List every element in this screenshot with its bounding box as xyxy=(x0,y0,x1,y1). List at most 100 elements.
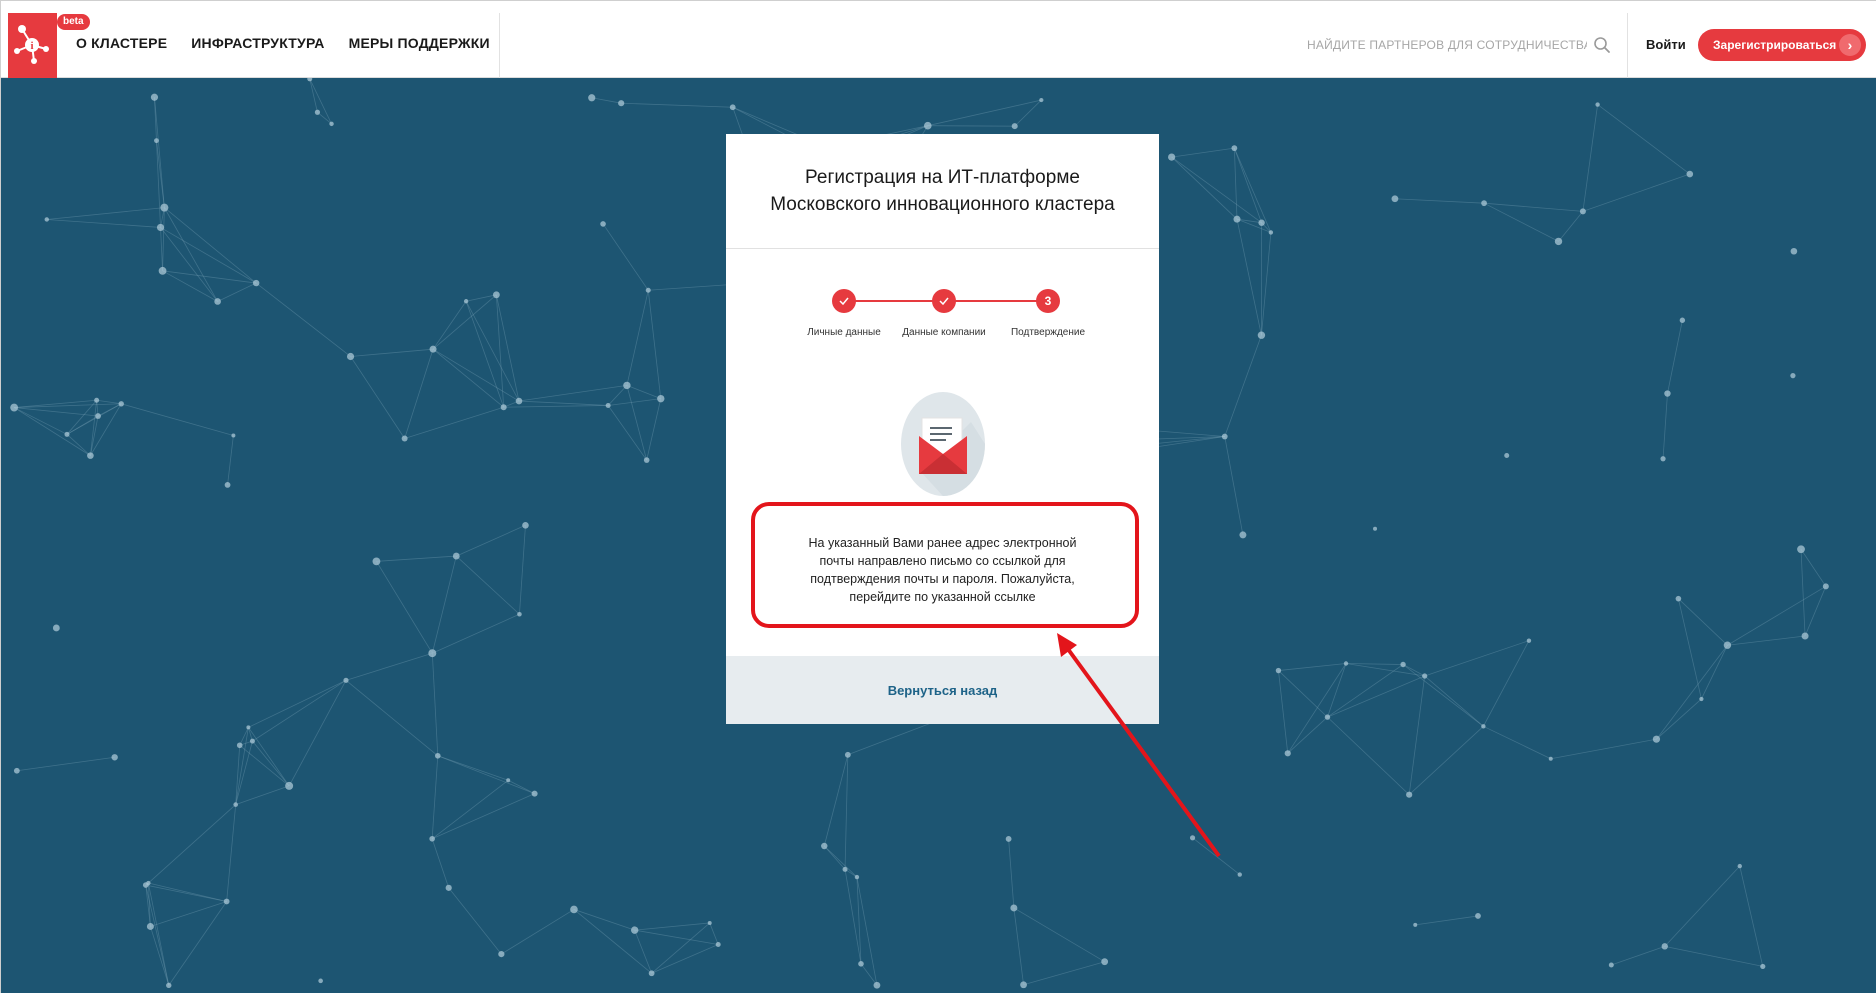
network-line xyxy=(431,838,450,888)
network-line xyxy=(376,555,457,562)
network-line xyxy=(634,922,710,931)
network-line xyxy=(519,525,526,615)
network-node xyxy=(445,884,452,891)
network-node xyxy=(873,981,881,989)
network-node xyxy=(645,287,651,293)
network-node xyxy=(1258,219,1265,226)
search-icon[interactable] xyxy=(1593,36,1611,54)
network-line xyxy=(1023,961,1105,986)
cluster-network-logo[interactable]: i xyxy=(8,13,57,78)
network-node xyxy=(1005,836,1012,842)
login-link[interactable]: Войти xyxy=(1646,37,1686,52)
network-node xyxy=(600,221,606,227)
partner-search-input[interactable] xyxy=(1307,38,1587,52)
network-line xyxy=(150,926,170,986)
nav-item-support-measures[interactable]: МЕРЫ ПОДДЕРЖКИ xyxy=(349,35,490,51)
network-line xyxy=(345,652,433,681)
network-node xyxy=(1391,195,1399,203)
step-3-label: Подтверждение xyxy=(1010,327,1086,338)
main-nav: О КЛАСТЕРЕ ИНФРАСТРУКТУРА МЕРЫ ПОДДЕРЖКИ xyxy=(76,35,490,51)
network-node xyxy=(154,138,159,144)
network-line xyxy=(573,909,635,931)
network-line xyxy=(1558,211,1584,242)
network-node xyxy=(1406,791,1413,798)
network-node xyxy=(142,882,149,888)
network-line xyxy=(823,845,846,870)
network-node xyxy=(1737,863,1742,869)
network-node xyxy=(531,790,538,797)
network-node xyxy=(111,754,118,761)
network-node xyxy=(522,522,529,529)
network-line xyxy=(1346,663,1404,665)
card-title-line-2: Московского инновационного кластера xyxy=(770,194,1115,215)
network-node xyxy=(1422,673,1428,679)
network-node xyxy=(1554,237,1563,246)
network-line xyxy=(1014,99,1042,127)
network-node xyxy=(1801,632,1809,640)
network-line xyxy=(160,227,218,302)
network-line xyxy=(651,922,710,974)
network-node xyxy=(1233,215,1241,223)
network-node xyxy=(1284,750,1291,757)
network-node xyxy=(588,94,596,102)
network-line xyxy=(647,290,662,399)
step-2-label: Данные компании xyxy=(902,327,986,338)
network-line xyxy=(16,756,115,772)
network-line xyxy=(160,227,257,284)
register-button[interactable]: Зарегистрироваться › xyxy=(1698,29,1866,61)
nav-divider xyxy=(499,13,500,78)
network-node xyxy=(1760,963,1766,970)
network-line xyxy=(309,78,332,125)
network-node xyxy=(329,121,334,127)
network-line xyxy=(145,884,227,902)
network-line xyxy=(1287,663,1347,754)
registration-card: Регистрация на ИТ-платформе Московского … xyxy=(726,134,1159,724)
network-line xyxy=(456,555,520,615)
network-line xyxy=(226,804,237,902)
chevron-right-icon: › xyxy=(1839,34,1861,56)
network-node xyxy=(252,279,260,287)
network-line xyxy=(608,398,661,406)
network-node xyxy=(13,767,20,774)
network-node xyxy=(1237,872,1242,877)
network-line xyxy=(1327,675,1425,718)
network-line xyxy=(1678,598,1728,646)
network-line xyxy=(1278,670,1328,718)
network-line xyxy=(288,680,347,787)
network-line xyxy=(1550,738,1657,760)
network-line xyxy=(1236,219,1262,336)
network-line xyxy=(404,406,504,439)
network-node xyxy=(156,223,165,232)
network-node xyxy=(1504,452,1510,458)
nav-item-infrastructure[interactable]: ИНФРАСТРУКТУРА xyxy=(191,35,324,51)
network-node xyxy=(1822,583,1829,590)
network-line xyxy=(518,385,627,402)
network-line xyxy=(448,887,502,955)
nav-item-about-cluster[interactable]: О КЛАСТЕРЕ xyxy=(76,35,167,51)
network-node xyxy=(1664,390,1671,397)
network-line xyxy=(404,349,434,439)
back-button[interactable]: Вернуться назад xyxy=(888,683,998,698)
partner-search xyxy=(1307,36,1611,54)
top-navigation-bar: i beta О КЛАСТЕРЕ ИНФРАСТРУКТУРА МЕРЫ ПО… xyxy=(1,1,1876,78)
network-line xyxy=(1664,945,1763,967)
network-node xyxy=(10,403,19,412)
svg-text:i: i xyxy=(30,40,33,52)
network-node xyxy=(372,557,381,566)
network-node xyxy=(1526,638,1532,643)
network-line xyxy=(145,884,170,986)
network-node xyxy=(821,842,828,850)
network-line xyxy=(150,901,227,927)
network-node xyxy=(1579,208,1586,215)
network-node xyxy=(223,898,230,905)
network-line xyxy=(1261,232,1272,336)
network-line xyxy=(1171,147,1235,158)
network-node xyxy=(657,394,665,403)
register-button-label: Зарегистрироваться xyxy=(1713,38,1837,52)
network-line xyxy=(1171,156,1262,224)
network-line xyxy=(1171,156,1238,220)
network-node xyxy=(307,78,313,82)
network-node xyxy=(1020,981,1027,989)
network-line xyxy=(1727,585,1827,646)
network-line xyxy=(1408,726,1484,795)
